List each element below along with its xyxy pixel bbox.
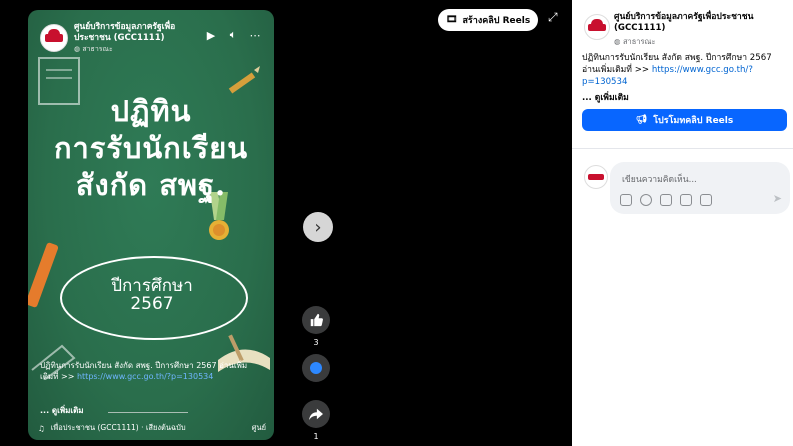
- privacy-label: ◍ สาธารณะ: [614, 37, 656, 46]
- music-icon: ♫: [38, 423, 45, 433]
- reel-caption: ปฏิทินการรับนักเรียน สังกัด สพฐ. ปีการศึ…: [40, 360, 260, 382]
- expand-icon[interactable]: ⤢: [548, 10, 564, 26]
- chevron-right-icon: ›: [314, 216, 322, 238]
- title-line-3: สังกัด สพฐ.: [75, 168, 227, 202]
- create-reels-button[interactable]: 🎞︎ สร้างคลิป Reels: [438, 9, 539, 31]
- reels-icon: 🎞︎: [446, 15, 458, 25]
- like-count: 3: [313, 338, 319, 347]
- comment-input[interactable]: เขียนความคิดเห็น...: [622, 172, 697, 186]
- reel-viewer: ศูนย์บริการข้อมูลภาครัฐเพื่อประชาชน (GCC…: [0, 0, 572, 446]
- promote-reels-button[interactable]: 📢︎ โปรโมทคลิป Reels: [582, 109, 787, 131]
- audio-bar[interactable]: ♫ เพื่อประชาชน (GCC1111) · เสียงต้นฉบับ …: [38, 420, 266, 436]
- like-action[interactable]: 3: [302, 306, 330, 347]
- privacy-label: ◍ สาธารณะ: [74, 45, 113, 53]
- comment-action[interactable]: [302, 354, 330, 386]
- cutter-doodle: [28, 242, 58, 308]
- share-icon[interactable]: [302, 400, 330, 428]
- promote-label: โปรโมทคลิป Reels: [653, 116, 734, 126]
- next-reel-button[interactable]: ›: [303, 212, 333, 242]
- details-panel: ศูนย์บริการข้อมูลภาครัฐเพื่อประชาชน (GCC…: [572, 0, 793, 446]
- privacy-text: สาธารณะ: [82, 45, 113, 53]
- create-reels-label: สร้างคลิป Reels: [462, 16, 531, 26]
- more-icon[interactable]: ⋯: [248, 28, 262, 42]
- mute-icon[interactable]: 🔈︎: [226, 28, 240, 42]
- share-count: 1: [313, 432, 319, 441]
- progress-line[interactable]: [108, 412, 188, 413]
- comment-icon[interactable]: [302, 354, 330, 382]
- page-name[interactable]: ศูนย์บริการข้อมูลภาครัฐเพื่อประชาชน (GCC…: [614, 12, 786, 34]
- commenter-avatar: [584, 165, 608, 189]
- reel-header: ศูนย์บริการข้อมูลภาครัฐเพื่อประชาชน (GCC…: [38, 18, 264, 58]
- emoji-icon[interactable]: [640, 194, 652, 206]
- post-caption: ปฏิทินการรับนักเรียน สังกัด สพฐ. ปีการศึ…: [582, 52, 787, 88]
- gif-icon[interactable]: [680, 194, 692, 206]
- comment-box[interactable]: เขียนความคิดเห็น... ➤: [610, 162, 790, 214]
- thumbs-up-icon[interactable]: [302, 306, 330, 334]
- avatar-sticker-icon[interactable]: [700, 194, 712, 206]
- megaphone-icon: 📢︎: [635, 115, 648, 125]
- reel-see-more[interactable]: ... ดูเพิ่มเติม: [40, 404, 84, 417]
- page-avatar[interactable]: [40, 24, 68, 52]
- camera-icon[interactable]: [660, 194, 672, 206]
- page-avatar[interactable]: [584, 14, 610, 40]
- sticker-icon[interactable]: [620, 194, 632, 206]
- comment-tools: [620, 194, 712, 206]
- player-controls: ▶ 🔈︎ ⋯: [204, 28, 262, 42]
- reel-caption-link[interactable]: https://www.gcc.go.th/?p=130534: [77, 372, 213, 381]
- play-icon[interactable]: ▶: [204, 28, 218, 42]
- audio-text: เพื่อประชาชน (GCC1111) · เสียงต้นฉบับ: [50, 423, 186, 432]
- share-action[interactable]: 1: [302, 400, 330, 441]
- post-see-more[interactable]: ... ดูเพิ่มเติม: [582, 90, 629, 104]
- send-icon[interactable]: ➤: [773, 192, 782, 205]
- page-name[interactable]: ศูนย์บริการข้อมูลภาครัฐเพื่อประชาชน (GCC…: [74, 22, 194, 44]
- reel-video[interactable]: ศูนย์บริการข้อมูลภาครัฐเพื่อประชาชน (GCC…: [28, 10, 274, 440]
- year-value: 2567: [130, 294, 174, 314]
- privacy-text: สาธารณะ: [622, 37, 656, 46]
- audio-tail: ศูนย์: [251, 423, 266, 432]
- divider: [572, 148, 793, 149]
